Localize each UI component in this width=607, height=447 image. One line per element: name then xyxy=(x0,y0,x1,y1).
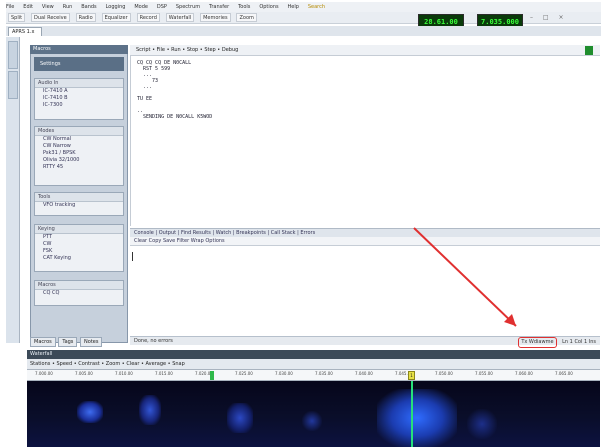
list-item[interactable]: CQ CQ xyxy=(35,290,123,297)
list-item[interactable]: RTTY 45 xyxy=(35,164,123,171)
group-title: Keying xyxy=(35,225,123,234)
menu-dsp[interactable]: DSP xyxy=(157,2,167,12)
tick-label: 7.065.00 xyxy=(555,371,573,376)
editor-toolbar: Script • File • Run • Stop • Step • Debu… xyxy=(130,45,600,56)
record-button[interactable]: Record xyxy=(136,13,160,22)
tick-label: 7.000.00 xyxy=(35,371,53,376)
waterfall-titlebar: Waterfall xyxy=(27,350,600,359)
tick-label: 7.050.00 xyxy=(435,371,453,376)
close-icon[interactable]: × xyxy=(559,14,564,21)
list-item[interactable]: Olivia 32/1000 xyxy=(35,157,123,164)
group-keying: Keying PTT CW FSK CAT Keying xyxy=(34,224,124,272)
tick-label: 7.025.00 xyxy=(235,371,253,376)
window-controls: – □ × xyxy=(530,14,600,24)
group-title: Tools xyxy=(35,193,123,202)
list-item[interactable]: IC-7410 A xyxy=(35,88,123,95)
menu-mode[interactable]: Mode xyxy=(134,2,148,12)
signal-trace xyxy=(227,403,253,433)
tab-notes[interactable]: Notes xyxy=(80,337,103,347)
list-item[interactable]: PTT xyxy=(35,234,123,241)
group-audio-in: Audio In IC-7410 A IC-7410 B IC-7300 xyxy=(34,78,124,120)
waterfall-display[interactable] xyxy=(27,381,600,447)
tick-label: 7.055.00 xyxy=(475,371,493,376)
menu-logging[interactable]: Logging xyxy=(106,2,126,12)
list-item[interactable]: IC-7410 B xyxy=(35,95,123,102)
list-item[interactable]: FSK xyxy=(35,248,123,255)
menu-transfer[interactable]: Transfer xyxy=(209,2,229,12)
group-macros: Macros CQ CQ xyxy=(34,280,124,306)
menu-tools[interactable]: Tools xyxy=(238,2,250,12)
status-indicator xyxy=(585,46,593,55)
menu-spectrum[interactable]: Spectrum xyxy=(176,2,200,12)
tuned-signal xyxy=(411,381,413,447)
tab-macros[interactable]: Macros xyxy=(30,337,56,347)
list-item[interactable]: CW xyxy=(35,241,123,248)
menu-bar: File Edit View Run Bands Logging Mode DS… xyxy=(6,2,601,12)
editor-code: CQ CQ CQ DE N0CALL RST 5 599 ... 73 ... … xyxy=(137,60,213,120)
document-tab-strip xyxy=(6,26,601,36)
status-text: Done, no errors xyxy=(134,338,173,344)
menu-help[interactable]: Help xyxy=(288,2,299,12)
group-title: Macros xyxy=(35,281,123,290)
tick-label: 7.005.00 xyxy=(75,371,93,376)
tab-main[interactable]: APRS 1.x xyxy=(8,27,42,36)
tuning-marker-left[interactable] xyxy=(210,371,214,380)
waterfall-button[interactable]: Waterfall xyxy=(165,13,195,22)
menu-edit[interactable]: Edit xyxy=(23,2,33,12)
tick-label: 7.060.00 xyxy=(515,371,533,376)
tick-label: 7.010.00 xyxy=(115,371,133,376)
tab-tags[interactable]: Tags xyxy=(58,337,78,347)
radio-button[interactable]: Radio xyxy=(75,13,96,22)
menu-options[interactable]: Options xyxy=(259,2,278,12)
signal-trace xyxy=(77,401,103,423)
list-item[interactable]: CW Narrow xyxy=(35,143,123,150)
text-cursor xyxy=(132,252,133,261)
tuning-marker[interactable]: 1 xyxy=(408,371,415,380)
side-dock-strip xyxy=(6,37,20,343)
dual-receive-button[interactable]: Dual Receive xyxy=(31,13,70,22)
group-modes: Modes CW Normal CW Narrow Psk31 / BPSK O… xyxy=(34,126,124,186)
minimize-icon[interactable]: – xyxy=(530,14,533,21)
list-item[interactable]: CW Normal xyxy=(35,136,123,143)
signal-trace xyxy=(139,395,161,425)
tick-label: 7.030.00 xyxy=(275,371,293,376)
signal-trace xyxy=(467,409,497,439)
menu-bands[interactable]: Bands xyxy=(81,2,96,12)
list-item[interactable]: VFO tracking xyxy=(35,202,123,209)
dock-tab-1[interactable] xyxy=(8,41,18,69)
menu-run[interactable]: Run xyxy=(63,2,73,12)
equalizer-button[interactable]: Equalizer xyxy=(101,13,131,22)
list-item[interactable]: Psk31 / BPSK xyxy=(35,150,123,157)
group-tools: Tools VFO tracking xyxy=(34,192,124,216)
frequency-scale: 7.000.00 7.005.00 7.010.00 7.015.00 7.02… xyxy=(27,370,600,381)
group-title: Audio In xyxy=(35,79,123,88)
tick-label: 7.015.00 xyxy=(155,371,173,376)
group-title: Modes xyxy=(35,127,123,136)
list-item[interactable]: IC-7300 xyxy=(35,102,123,109)
annotation-arrow-icon xyxy=(413,227,517,327)
left-panel-subheader[interactable]: Settings xyxy=(34,57,124,71)
dock-tab-2[interactable] xyxy=(8,71,18,99)
tick-label: 7.040.00 xyxy=(355,371,373,376)
waterfall-controls[interactable]: Stations • Speed • Contrast • Zoom • Cle… xyxy=(27,359,600,370)
signal-trace xyxy=(302,411,322,431)
menu-search[interactable]: Search xyxy=(308,2,325,12)
left-panel-tabs: Macros Tags Notes xyxy=(30,337,128,347)
menu-file[interactable]: File xyxy=(6,2,14,12)
split-button[interactable]: Split xyxy=(8,13,26,22)
maximize-icon[interactable]: □ xyxy=(543,14,549,21)
tick-label: 7.035.00 xyxy=(315,371,333,376)
script-editor[interactable]: CQ CQ CQ DE N0CALL RST 5 599 ... 73 ... … xyxy=(130,56,600,226)
editor-toolbar-label[interactable]: Script • File • Run • Stop • Step • Debu… xyxy=(130,47,238,53)
left-panel-header: Macros xyxy=(30,45,128,54)
memories-button[interactable]: Memories xyxy=(200,13,231,22)
status-position: Ln 1 Col 1 Ins xyxy=(562,339,596,345)
signal-trace xyxy=(377,389,457,447)
zoom-button[interactable]: Zoom xyxy=(236,13,257,22)
menu-view[interactable]: View xyxy=(42,2,54,12)
list-item[interactable]: CAT Keying xyxy=(35,255,123,262)
